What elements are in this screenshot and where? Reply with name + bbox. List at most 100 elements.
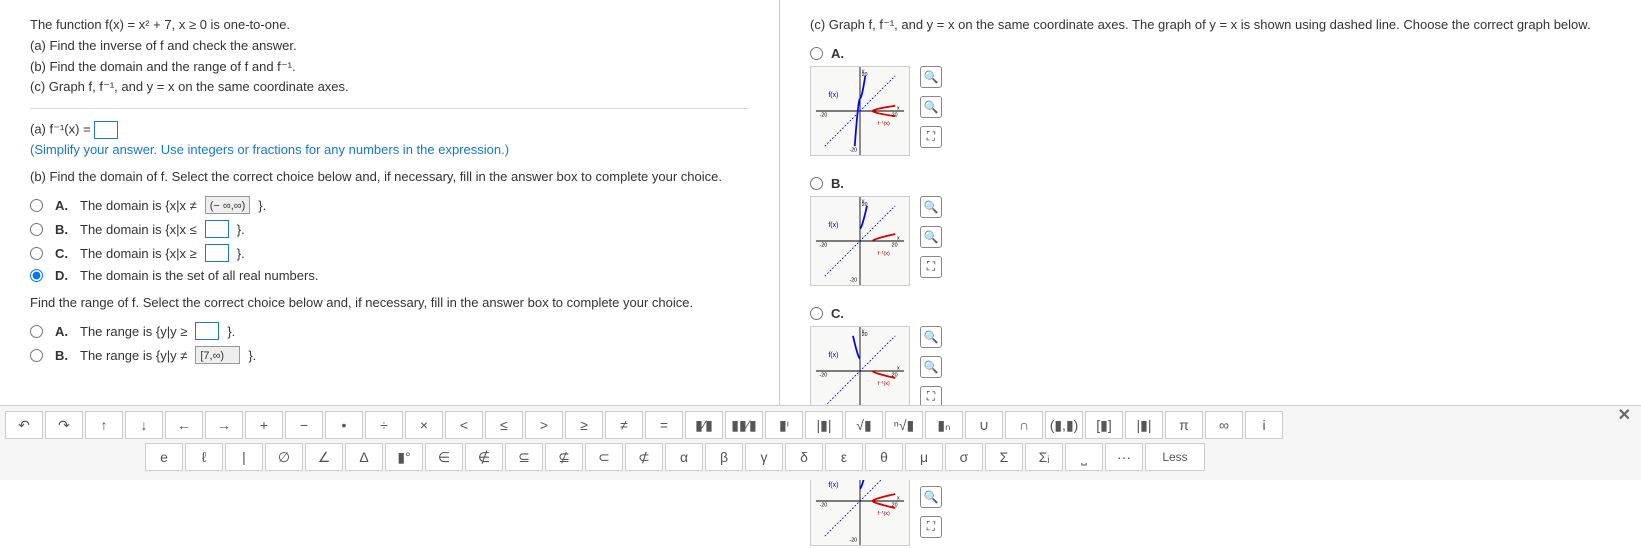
tool-btn[interactable]: < [445, 411, 483, 439]
range-b-pre: The range is {y|y ≠ [80, 348, 187, 363]
left-panel: The function f(x) = x² + 7, x ≥ 0 is one… [0, 0, 780, 405]
tool-btn[interactable]: e [145, 443, 183, 471]
domain-radio-a[interactable] [30, 199, 43, 212]
tool-btn[interactable]: | [225, 443, 263, 471]
tool-btn[interactable]: Σᵢ [1025, 443, 1063, 471]
tool-btn[interactable]: ↶ [5, 411, 43, 439]
graph-label-b: B. [831, 176, 844, 191]
svg-text:20: 20 [892, 372, 898, 378]
tool-btn[interactable]: ÷ [365, 411, 403, 439]
range-radio-a[interactable] [30, 325, 43, 338]
zoom-in-icon[interactable]: 🔍 [920, 196, 942, 218]
tool-btn[interactable]: × [405, 411, 443, 439]
tool-btn[interactable]: |▮| [1125, 411, 1163, 439]
range-b-fill[interactable]: [7,∞) [195, 346, 240, 364]
tool-btn[interactable]: ≠ [605, 411, 643, 439]
domain-radio-b[interactable] [30, 223, 43, 236]
tool-btn[interactable]: ∠ [305, 443, 343, 471]
tool-btn[interactable]: α [665, 443, 703, 471]
tool-btn[interactable]: ▮ᶦ [765, 411, 803, 439]
less-button[interactable]: Less [1145, 443, 1205, 471]
tool-btn[interactable]: ▮ₙ [925, 411, 963, 439]
tool-btn[interactable]: (▮,▮) [1045, 411, 1083, 439]
range-a-fill[interactable] [195, 322, 219, 340]
tool-btn[interactable]: ε [825, 443, 863, 471]
tool-btn[interactable]: ← [165, 411, 203, 439]
zoom-out-icon[interactable]: 🔍 [920, 486, 942, 508]
tool-btn[interactable]: ↑ [85, 411, 123, 439]
expand-icon[interactable]: ⛶ [920, 516, 942, 538]
tool-btn[interactable]: ↓ [125, 411, 163, 439]
domain-a-fill[interactable]: (− ∞,∞) [205, 196, 251, 214]
tool-btn[interactable]: − [285, 411, 323, 439]
tool-btn[interactable]: ⊆ [505, 443, 543, 471]
tool-btn[interactable]: ⊈ [545, 443, 583, 471]
tool-btn[interactable]: ≥ [565, 411, 603, 439]
tool-btn[interactable]: γ [745, 443, 783, 471]
finv-label: f⁻¹(x) [878, 121, 890, 127]
tool-btn[interactable]: = [645, 411, 683, 439]
range-prompt: Find the range of f. Select the correct … [30, 295, 749, 310]
tool-btn[interactable]: √▮ [845, 411, 883, 439]
tool-btn[interactable]: + [245, 411, 283, 439]
tool-btn[interactable]: ⊂ [585, 443, 623, 471]
range-b-post: }. [248, 348, 256, 363]
tool-btn[interactable]: θ [865, 443, 903, 471]
tool-btn[interactable]: β [705, 443, 743, 471]
close-icon[interactable]: ✕ [1618, 405, 1631, 425]
tool-btn[interactable]: |▮| [805, 411, 843, 439]
zoom-out-icon[interactable]: 🔍 [920, 356, 942, 378]
tool-btn[interactable]: → [205, 411, 243, 439]
expand-icon[interactable]: ⛶ [920, 256, 942, 278]
tool-btn[interactable]: ∅ [265, 443, 303, 471]
tool-btn[interactable]: Σ [985, 443, 1023, 471]
tool-btn[interactable]: π [1165, 411, 1203, 439]
tool-btn[interactable]: ℓ [185, 443, 223, 471]
zoom-out-icon[interactable]: 🔍 [920, 96, 942, 118]
zoom-out-icon[interactable]: 🔍 [920, 226, 942, 248]
tool-btn[interactable]: > [525, 411, 563, 439]
svg-text:-20: -20 [820, 372, 828, 378]
tool-btn[interactable]: [▮] [1085, 411, 1123, 439]
tool-btn[interactable]: ⊄ [625, 443, 663, 471]
domain-radio-c[interactable] [30, 247, 43, 260]
tool-btn[interactable]: ⎵ [1065, 443, 1103, 471]
toolbar-row-1: ↶↷↑↓←→+−•÷×<≤>≥≠=▮⁄▮▮▮⁄▮▮ᶦ|▮|√▮ⁿ√▮▮ₙ∪∩(▮… [5, 411, 1636, 439]
graph-radio-b[interactable] [810, 177, 823, 190]
tool-btn[interactable]: ∪ [965, 411, 1003, 439]
tool-btn[interactable]: δ [785, 443, 823, 471]
tool-btn[interactable]: ▮° [385, 443, 423, 471]
range-radio-b[interactable] [30, 349, 43, 362]
tool-btn[interactable]: Δ [345, 443, 383, 471]
expand-icon[interactable]: ⛶ [920, 126, 942, 148]
tool-btn[interactable]: ∩ [1005, 411, 1043, 439]
domain-c-fill[interactable] [205, 244, 229, 262]
tool-btn[interactable]: ≤ [485, 411, 523, 439]
domain-c-post: }. [237, 246, 245, 261]
zoom-in-icon[interactable]: 🔍 [920, 66, 942, 88]
tool-btn[interactable]: ↷ [45, 411, 83, 439]
tool-btn[interactable]: ··· [1105, 443, 1143, 471]
domain-radio-d[interactable] [30, 269, 43, 282]
tool-btn[interactable]: • [325, 411, 363, 439]
svg-text:f(x): f(x) [828, 352, 838, 359]
tool-btn[interactable]: μ [905, 443, 943, 471]
tool-btn[interactable]: ▮⁄▮ [685, 411, 723, 439]
domain-b-fill[interactable] [205, 220, 229, 238]
part-a-input[interactable] [94, 121, 118, 139]
tool-btn[interactable]: ▮▮⁄▮ [725, 411, 763, 439]
domain-c-pre: The domain is {x|x ≥ [80, 246, 197, 261]
tool-btn[interactable]: ∞ [1205, 411, 1243, 439]
tool-btn[interactable]: ∈ [425, 443, 463, 471]
tool-btn[interactable]: ⁿ√▮ [885, 411, 923, 439]
choice-label-c: C. [55, 246, 68, 261]
tool-btn[interactable]: ∉ [465, 443, 503, 471]
toolbar-row-2: eℓ|∅∠Δ▮°∈∉⊆⊈⊂⊄αβγδεθμσΣΣᵢ⎵···Less [145, 443, 1636, 471]
graph-thumb-c: f(x) f⁻¹(x) -20 20 20 -20 x y [810, 326, 910, 416]
graph-radio-c[interactable] [810, 307, 823, 320]
tool-btn[interactable]: σ [945, 443, 983, 471]
zoom-in-icon[interactable]: 🔍 [920, 326, 942, 348]
graph-radio-a[interactable] [810, 47, 823, 60]
tool-btn[interactable]: i [1245, 411, 1283, 439]
svg-text:x: x [897, 235, 900, 241]
